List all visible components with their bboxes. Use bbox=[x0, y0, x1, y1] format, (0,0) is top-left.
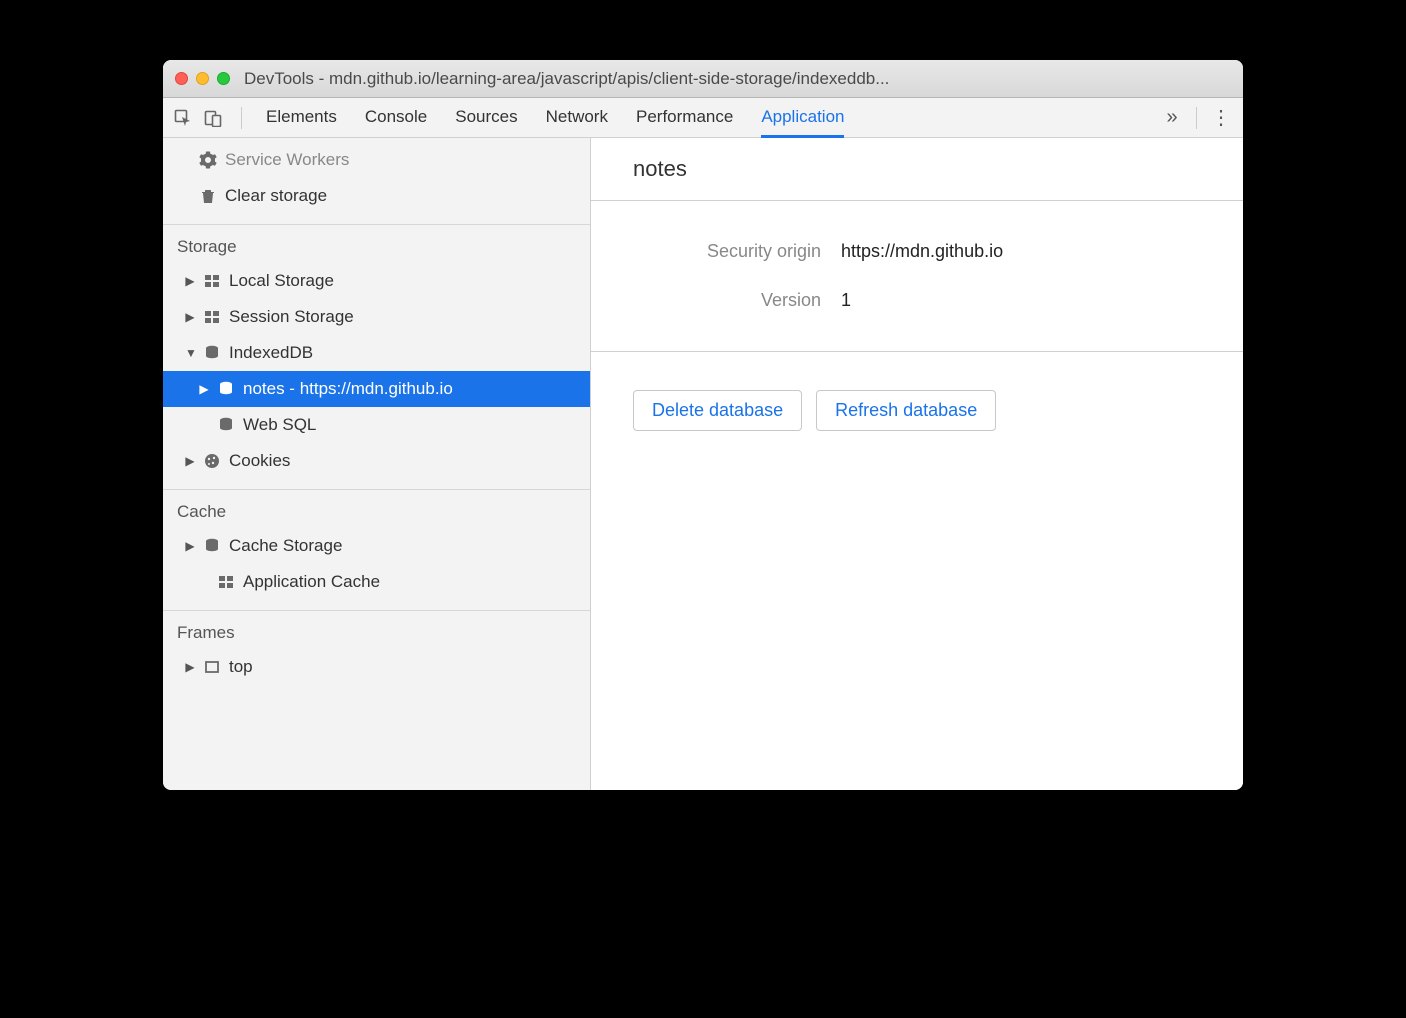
detail-label: Security origin bbox=[591, 241, 841, 262]
sidebar-item-label: Session Storage bbox=[229, 307, 354, 327]
tab-application[interactable]: Application bbox=[761, 99, 844, 138]
sidebar-item-cookies[interactable]: ▶ Cookies bbox=[163, 443, 590, 479]
database-title: notes bbox=[591, 138, 1243, 201]
detail-row-version: Version 1 bbox=[591, 276, 1243, 325]
sidebar-item-session-storage[interactable]: ▶ Session Storage bbox=[163, 299, 590, 335]
sidebar-item-label: Local Storage bbox=[229, 271, 334, 291]
gear-icon bbox=[199, 151, 217, 169]
chevron-right-icon: ▶ bbox=[185, 454, 195, 468]
divider bbox=[241, 107, 242, 129]
maximize-icon[interactable] bbox=[217, 72, 230, 85]
cookie-icon bbox=[203, 452, 221, 470]
tabs-overflow-icon[interactable]: » bbox=[1158, 104, 1186, 132]
detail-label: Version bbox=[591, 290, 841, 311]
chevron-right-icon: ▶ bbox=[185, 539, 195, 553]
sidebar-section-cache: Cache ▶ Cache Storage ▶ Application Cach… bbox=[163, 490, 590, 611]
sidebar-item-label: Application Cache bbox=[243, 572, 380, 592]
sidebar-item-cache-storage[interactable]: ▶ Cache Storage bbox=[163, 528, 590, 564]
minimize-icon[interactable] bbox=[196, 72, 209, 85]
refresh-database-button[interactable]: Refresh database bbox=[816, 390, 996, 431]
inspect-icon[interactable] bbox=[171, 106, 195, 130]
sidebar-item-label: notes - https://mdn.github.io bbox=[243, 379, 453, 399]
database-icon bbox=[217, 416, 235, 434]
main-panel: notes Security origin https://mdn.github… bbox=[591, 138, 1243, 790]
sidebar-section-label: Storage bbox=[163, 225, 590, 263]
database-details: Security origin https://mdn.github.io Ve… bbox=[591, 201, 1243, 352]
grid-icon bbox=[203, 308, 221, 326]
detail-value: 1 bbox=[841, 290, 851, 311]
sidebar-section-label: Frames bbox=[163, 611, 590, 649]
tab-elements[interactable]: Elements bbox=[266, 99, 337, 137]
sidebar-item-clear-storage[interactable]: Clear storage bbox=[163, 178, 590, 214]
sidebar-item-frame-top[interactable]: ▶ top bbox=[163, 649, 590, 685]
sidebar-item-web-sql[interactable]: ▶ Web SQL bbox=[163, 407, 590, 443]
sidebar-item-label: Web SQL bbox=[243, 415, 316, 435]
tab-network[interactable]: Network bbox=[546, 99, 608, 137]
database-icon bbox=[203, 344, 221, 362]
titlebar: DevTools - mdn.github.io/learning-area/j… bbox=[163, 60, 1243, 98]
database-icon bbox=[217, 380, 235, 398]
devtools-tabs: Elements Console Sources Network Perform… bbox=[266, 99, 1158, 137]
window-title: DevTools - mdn.github.io/learning-area/j… bbox=[244, 69, 1231, 89]
grid-icon bbox=[217, 573, 235, 591]
chevron-right-icon: ▶ bbox=[185, 274, 195, 288]
detail-value: https://mdn.github.io bbox=[841, 241, 1003, 262]
trash-icon bbox=[199, 187, 217, 205]
chevron-right-icon: ▶ bbox=[199, 382, 209, 396]
device-toggle-icon[interactable] bbox=[201, 106, 225, 130]
sidebar-item-service-workers[interactable]: Service Workers bbox=[163, 142, 590, 178]
devtools-window: DevTools - mdn.github.io/learning-area/j… bbox=[163, 60, 1243, 790]
sidebar-section-application: Service Workers Clear storage bbox=[163, 138, 590, 225]
traffic-lights bbox=[175, 72, 230, 85]
sidebar-section-label: Cache bbox=[163, 490, 590, 528]
sidebar-item-notes-db[interactable]: ▶ notes - https://mdn.github.io bbox=[163, 371, 590, 407]
sidebar-item-local-storage[interactable]: ▶ Local Storage bbox=[163, 263, 590, 299]
sidebar-item-label: IndexedDB bbox=[229, 343, 313, 363]
chevron-down-icon: ▼ bbox=[185, 346, 195, 360]
sidebar-item-label: Cache Storage bbox=[229, 536, 342, 556]
grid-icon bbox=[203, 272, 221, 290]
delete-database-button[interactable]: Delete database bbox=[633, 390, 802, 431]
database-icon bbox=[203, 537, 221, 555]
content-area: Service Workers Clear storage Storage ▶ bbox=[163, 138, 1243, 790]
toolbar: Elements Console Sources Network Perform… bbox=[163, 98, 1243, 138]
sidebar-item-indexeddb[interactable]: ▼ IndexedDB bbox=[163, 335, 590, 371]
sidebar-section-frames: Frames ▶ top bbox=[163, 611, 590, 695]
tab-sources[interactable]: Sources bbox=[455, 99, 517, 137]
tab-console[interactable]: Console bbox=[365, 99, 427, 137]
detail-row-security-origin: Security origin https://mdn.github.io bbox=[591, 227, 1243, 276]
database-actions: Delete database Refresh database bbox=[591, 352, 1243, 469]
sidebar-item-label: Service Workers bbox=[225, 150, 349, 170]
chevron-right-icon: ▶ bbox=[185, 310, 195, 324]
chevron-right-icon: ▶ bbox=[185, 660, 195, 674]
sidebar-section-storage: Storage ▶ Local Storage ▶ Session Storag… bbox=[163, 225, 590, 490]
sidebar-item-label: Cookies bbox=[229, 451, 290, 471]
frame-icon bbox=[203, 658, 221, 676]
tab-performance[interactable]: Performance bbox=[636, 99, 733, 137]
kebab-menu-icon[interactable]: ⋮ bbox=[1207, 104, 1235, 132]
sidebar-item-label: top bbox=[229, 657, 253, 677]
application-sidebar: Service Workers Clear storage Storage ▶ bbox=[163, 138, 591, 790]
close-icon[interactable] bbox=[175, 72, 188, 85]
sidebar-item-application-cache[interactable]: ▶ Application Cache bbox=[163, 564, 590, 600]
sidebar-item-label: Clear storage bbox=[225, 186, 327, 206]
divider bbox=[1196, 107, 1197, 129]
